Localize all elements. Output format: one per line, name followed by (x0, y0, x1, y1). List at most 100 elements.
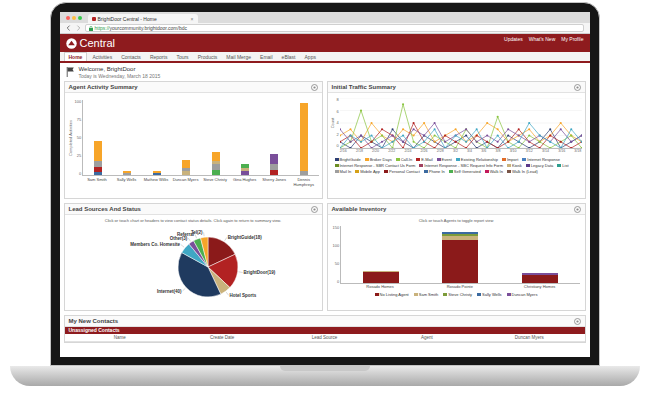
legend-item[interactable]: Internet Response - SBC Request Info For… (419, 163, 503, 168)
legend-item[interactable]: Walk In (Lead) (507, 169, 538, 174)
top-links: Updates What's New My Profile (504, 34, 583, 42)
community-bar[interactable] (522, 273, 558, 283)
settings-dot (313, 208, 315, 210)
legend-swatch (414, 293, 418, 296)
settings-icon[interactable] (574, 318, 581, 325)
column-header[interactable]: Lead Source (273, 334, 375, 341)
nav-tab[interactable]: Activities (88, 53, 116, 61)
x-tick: 3/18 (574, 149, 581, 154)
data-point (349, 128, 351, 130)
community-label: Rosado Pointe (430, 284, 490, 290)
settings-icon[interactable] (574, 84, 581, 91)
browser-tab[interactable]: BrightDoor Central - Home × (88, 14, 198, 23)
tab-title-wrap: BrightDoor Central - Home (92, 16, 157, 22)
legend-label: Personal Contact (389, 169, 420, 174)
nav-tab[interactable]: Products (194, 53, 222, 61)
legend-item[interactable]: Mail In (335, 169, 352, 174)
legend-item[interactable]: Duncan Myers (507, 292, 538, 297)
lock-shackle (90, 26, 92, 28)
nav-tab[interactable]: eBlast (278, 53, 300, 61)
y-tick: 2 (337, 133, 339, 137)
legend-item[interactable]: Legacy Data (526, 163, 553, 168)
tab-close[interactable]: × (191, 16, 194, 22)
legend-item[interactable]: Kiosk (507, 163, 522, 168)
column-header[interactable]: Agent (376, 334, 478, 341)
top-link[interactable]: Updates (504, 36, 523, 42)
data-point (496, 128, 498, 130)
agent-bar[interactable] (153, 171, 161, 175)
legend-item[interactable]: Call-In (396, 157, 413, 162)
panel-body: Click or touch Agents to toggle report v… (328, 215, 585, 310)
nav-tab[interactable]: Mail Merge (222, 53, 255, 61)
y-tick: 4 (337, 121, 339, 125)
nav-tab[interactable]: Reports (146, 53, 172, 61)
legend-label: Sally Wells (482, 292, 502, 297)
legend-item[interactable]: No Listing Agent (375, 292, 409, 297)
column-header[interactable]: Duncan Myers (478, 334, 580, 341)
top-link[interactable]: My Profile (561, 36, 583, 42)
data-point (444, 141, 446, 143)
legend-item[interactable]: E-Mail (416, 157, 432, 162)
nav-tab[interactable]: Tours (172, 53, 192, 61)
legend-item[interactable]: Self Generated (449, 169, 481, 174)
data-point (549, 128, 551, 130)
legend-item[interactable]: Import (502, 157, 518, 162)
agent-bar[interactable] (300, 103, 308, 175)
agent-bar[interactable] (212, 152, 220, 175)
top-link[interactable]: What's New (529, 36, 556, 42)
column-header[interactable]: Name (69, 334, 171, 341)
data-point (370, 135, 372, 137)
x-tick: 3/12 (526, 149, 533, 154)
legend-item[interactable]: BrightGuide (335, 157, 361, 162)
pie-slice[interactable] (200, 237, 207, 267)
legend-item[interactable]: List (557, 163, 568, 168)
data-point (381, 128, 383, 130)
nav-tab[interactable]: Home (64, 52, 88, 61)
flag-cloth (67, 67, 73, 71)
data-point (486, 122, 488, 124)
legend-item[interactable]: Walk In (485, 169, 503, 174)
agent-bar[interactable] (182, 160, 190, 175)
legend-label: Walk In (Lead) (512, 169, 538, 174)
column-header[interactable]: Create Date (171, 334, 273, 341)
legend-item[interactable]: Existing Relationship (456, 157, 498, 162)
window-control-icon[interactable] (66, 16, 70, 20)
nav-tab[interactable]: Contacts (117, 53, 145, 61)
legend-swatch (424, 170, 428, 173)
settings-icon[interactable] (311, 84, 318, 91)
nav-tab[interactable]: Email (256, 53, 277, 61)
legend-item[interactable]: Personal Contact (384, 169, 420, 174)
legend-swatch (335, 170, 339, 173)
legend-item[interactable]: Broker Days (365, 157, 392, 162)
agent-bar[interactable] (241, 164, 249, 175)
agent-bar[interactable] (270, 154, 278, 175)
agent-bar[interactable] (94, 141, 102, 175)
app-logo[interactable]: Central (66, 37, 115, 50)
agent-bar[interactable] (123, 171, 131, 175)
window-control-icon[interactable] (72, 16, 76, 20)
y-tick: 8 (337, 98, 339, 102)
community-label: Rosado Homes (350, 284, 410, 290)
legend-item[interactable]: Event (437, 157, 452, 162)
legend-item[interactable]: Internet Response (522, 157, 560, 162)
legend-item[interactable]: Mobile App (355, 169, 380, 174)
legend-item[interactable]: Phone In (424, 169, 445, 174)
legend-item[interactable]: Sam Smith (414, 292, 439, 297)
nav-tab[interactable]: Apps (301, 53, 320, 61)
legend-item[interactable]: Internet Response - SBR Contact Us Form (335, 163, 416, 168)
back-arrow (67, 26, 69, 31)
data-point (465, 135, 467, 137)
legend-label: Phone In (429, 169, 445, 174)
settings-icon[interactable] (574, 206, 581, 213)
pie-slice[interactable] (193, 238, 207, 267)
settings-icon[interactable] (311, 206, 318, 213)
window-control-icon[interactable] (78, 16, 82, 20)
address-bar[interactable]: https://yourcommunity.brightdoor.com/bdc (85, 24, 584, 32)
legend-item[interactable]: Steve Christy (443, 292, 472, 297)
bars (340, 226, 579, 284)
legend-item[interactable]: Sally Wells (477, 292, 502, 297)
community-bar[interactable] (442, 232, 478, 283)
y-tick: 100 (75, 100, 82, 104)
community-bar[interactable] (363, 271, 399, 283)
data-point (528, 122, 530, 124)
